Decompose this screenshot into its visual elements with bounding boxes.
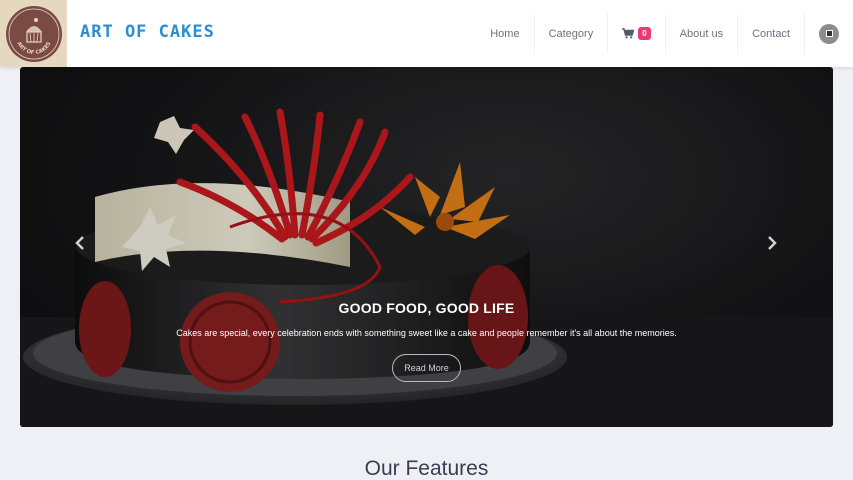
logo-badge: ART OF CAKES: [5, 5, 62, 62]
nav-cart[interactable]: 0: [607, 13, 664, 54]
main-nav: Home Category 0 About us Contact: [476, 0, 853, 67]
nav-contact[interactable]: Contact: [737, 13, 804, 54]
features-heading: Our Features: [364, 457, 489, 480]
carousel-next-button[interactable]: [764, 235, 780, 251]
hero-subtitle: Cakes are special, every celebration end…: [176, 328, 677, 338]
nav-about[interactable]: About us: [664, 13, 737, 54]
cart-icon: [622, 28, 635, 39]
nav-user: [804, 13, 853, 54]
nav-home[interactable]: Home: [476, 14, 533, 54]
brand-name[interactable]: ART OF CAKES: [80, 22, 215, 42]
hero-carousel: GOOD FOOD, GOOD LIFE Cakes are special, …: [20, 67, 833, 427]
logo-text: ART OF CAKES: [15, 40, 52, 55]
chevron-left-icon: [75, 236, 84, 250]
svg-text:ART OF CAKES: ART OF CAKES: [15, 40, 52, 55]
hero-title: GOOD FOOD, GOOD LIFE: [338, 300, 515, 316]
nav-category[interactable]: Category: [533, 13, 608, 54]
logo[interactable]: ART OF CAKES: [0, 0, 67, 67]
chevron-right-icon: [768, 236, 777, 250]
avatar-icon: [825, 30, 833, 37]
carousel-prev-button[interactable]: [72, 235, 88, 251]
cart-count-badge: 0: [638, 27, 651, 40]
top-navbar: ART OF CAKES ART OF CAKES Home Category …: [0, 0, 853, 67]
user-avatar[interactable]: [819, 23, 839, 44]
read-more-button[interactable]: Read More: [392, 354, 461, 382]
